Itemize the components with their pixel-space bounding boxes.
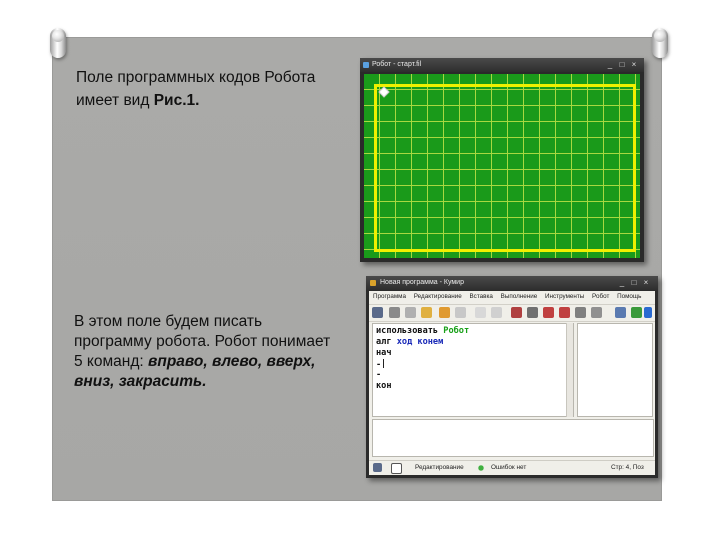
copy-icon[interactable] (405, 307, 416, 318)
margin-panel (577, 323, 653, 417)
text-cursor (383, 359, 385, 368)
pushpin-icon (652, 28, 668, 58)
undo-icon[interactable] (439, 307, 450, 318)
robot-window-title: Робот - старт.fil (372, 61, 422, 68)
commands-list-a: вправо, влево, вверх, (148, 353, 316, 370)
menu-insert[interactable]: Вставка (469, 293, 492, 300)
settings-icon[interactable] (615, 307, 626, 318)
menu-help[interactable]: Помощь (617, 293, 641, 300)
editor-scrollbar[interactable] (566, 323, 573, 417)
status-position: Стр: 4, Поз (611, 464, 644, 471)
figure-reference: Рис.1. (153, 92, 200, 109)
kumir-window-titlebar[interactable]: Новая программа - Кумир _ □ × (366, 276, 658, 290)
output-panel[interactable] (372, 419, 654, 457)
description-paragraph: В этом поле будем писать программу робот… (74, 312, 374, 392)
menu-robot[interactable]: Робот (592, 293, 609, 300)
pushpin-icon (50, 28, 66, 58)
status-indicator-icon (477, 463, 485, 473)
code-module-name: Робот (443, 326, 470, 336)
intro-paragraph: Поле программных кодов Робота имеет вид … (76, 66, 396, 112)
grid-icon[interactable] (631, 307, 642, 318)
cut-icon[interactable] (389, 307, 400, 318)
code-keyword: алг (376, 337, 392, 347)
description-line-2: программу робота. Робот понимает (74, 333, 331, 350)
code-line: - (376, 370, 382, 380)
menu-tools[interactable]: Инструменты (545, 293, 584, 300)
save-icon[interactable] (373, 463, 382, 472)
step-out-icon[interactable] (559, 307, 570, 318)
menu-program[interactable]: Программа (373, 293, 406, 300)
code-keyword: использовать (376, 326, 439, 336)
toolbar (369, 304, 655, 322)
step-into-icon[interactable] (543, 307, 554, 318)
run-icon[interactable] (511, 307, 522, 318)
menu-run[interactable]: Выполнение (501, 293, 538, 300)
intro-line-2: имеет вид Рис.1. (76, 89, 396, 112)
save-icon[interactable] (372, 307, 383, 318)
minimize-button[interactable]: _ (618, 279, 626, 287)
robot-window: Робот - старт.fil _ □ × (360, 58, 644, 262)
intro-line-1: Поле программных кодов Робота (76, 69, 316, 86)
kumir-window-title: Новая программа - Кумир (380, 279, 464, 286)
commands-prefix: 5 команд: (74, 353, 148, 370)
step-icon[interactable] (527, 307, 538, 318)
document-icon[interactable] (491, 307, 502, 318)
code-keyword: кон (376, 381, 392, 391)
kumir-window-body: Программа Редактирование Вставка Выполне… (369, 291, 655, 475)
description-line-1: В этом поле будем писать (74, 313, 263, 330)
code-line: - (376, 360, 382, 370)
minimize-button[interactable]: _ (606, 61, 614, 69)
continue-icon[interactable] (591, 307, 602, 318)
code-keyword: нач (376, 348, 392, 358)
field-wall-border (374, 84, 636, 252)
document-icon[interactable] (475, 307, 486, 318)
close-button[interactable]: × (630, 61, 638, 69)
menu-edit[interactable]: Редактирование (414, 293, 462, 300)
kumir-app-icon (370, 280, 376, 286)
robot-icon[interactable] (644, 307, 652, 318)
robot-field-grid[interactable] (364, 74, 640, 258)
commands-list-b: вниз, закрасить. (74, 373, 207, 390)
close-icon[interactable] (391, 463, 402, 474)
robot-app-icon (363, 62, 369, 68)
menu-bar: Программа Редактирование Вставка Выполне… (369, 291, 655, 303)
status-mode: Редактирование (415, 464, 464, 471)
stop-icon[interactable] (575, 307, 586, 318)
intro-line-2-prefix: имеет вид (76, 92, 154, 109)
kumir-window: Новая программа - Кумир _ □ × Программа … (366, 276, 658, 478)
status-bar: Редактирование Ошибок нет Стр: 4, Поз (369, 460, 655, 475)
maximize-button[interactable]: □ (618, 61, 626, 69)
maximize-button[interactable]: □ (630, 279, 638, 287)
code-algorithm-name: ход конем (396, 337, 444, 347)
paste-icon[interactable] (421, 307, 432, 318)
code-editor[interactable]: использовать Робот алг ход конем нач - -… (372, 323, 574, 417)
robot-window-titlebar[interactable]: Робот - старт.fil _ □ × (360, 58, 644, 72)
close-button[interactable]: × (642, 279, 650, 287)
description-line-3: 5 команд: вправо, влево, вверх, (74, 352, 374, 372)
status-errors: Ошибок нет (491, 464, 527, 471)
redo-icon[interactable] (455, 307, 466, 318)
